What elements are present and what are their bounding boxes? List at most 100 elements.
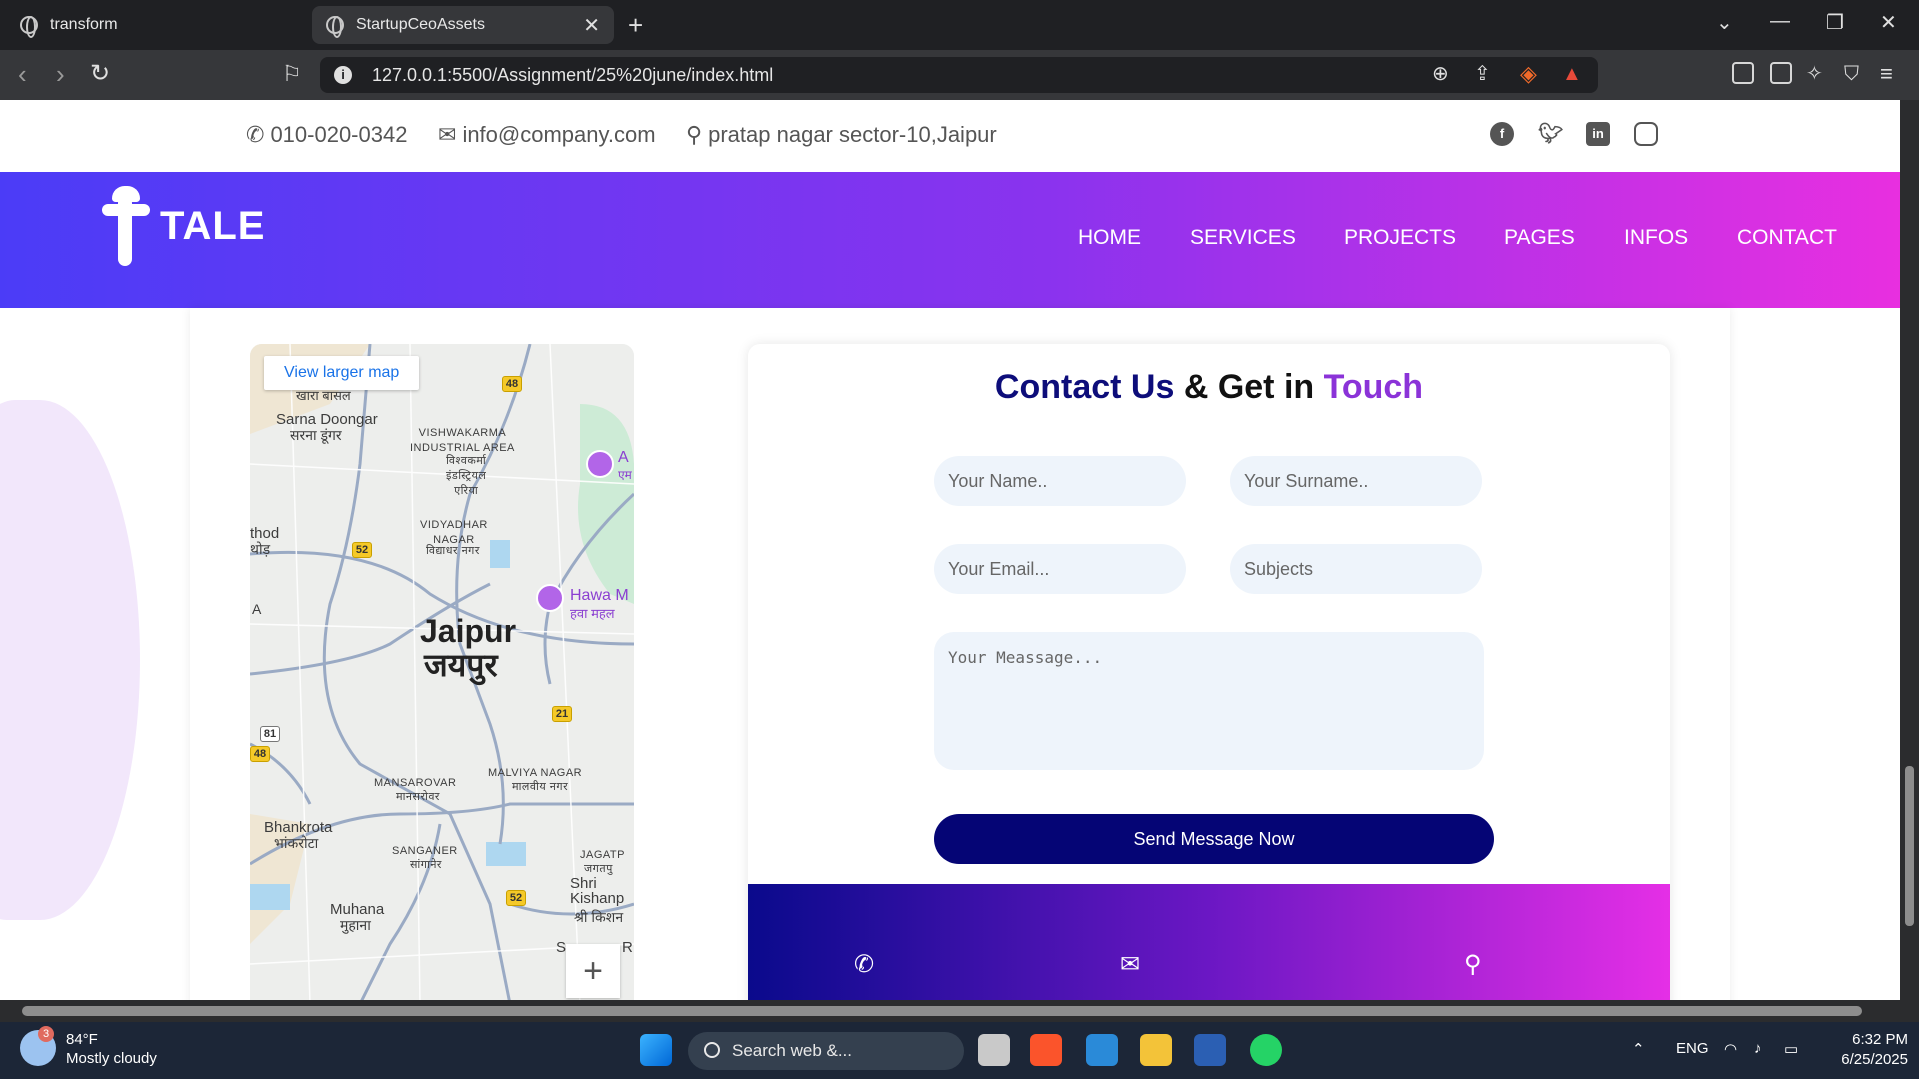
vpn-icon[interactable]: ⛉	[1844, 60, 1859, 88]
address-bar[interactable]: i 127.0.0.1:5500/Assignment/25%20june/in…	[320, 57, 1598, 93]
email-input[interactable]: Your Email...	[934, 544, 1186, 594]
contact-info-strip: ✆ ✉ ⚲	[748, 884, 1670, 1000]
task-view-icon[interactable]	[978, 1034, 1010, 1066]
globe-icon	[326, 16, 344, 38]
highway-shield: 48	[502, 376, 522, 392]
vertical-scroll-thumb[interactable]	[1905, 766, 1914, 926]
minimize-icon[interactable]: —	[1770, 10, 1790, 33]
surname-input[interactable]: Your Surname..	[1230, 456, 1482, 506]
wifi-icon[interactable]: ◠	[1724, 1040, 1737, 1058]
message-textarea[interactable]: Your Meassage...	[934, 632, 1484, 770]
vertical-scrollbar[interactable]	[1900, 100, 1919, 1022]
web-page: ✆ 010-020-0342 ✉ info@company.com ⚲ prat…	[0, 100, 1900, 1000]
map-label: विद्याधर नगर	[426, 545, 480, 557]
wallet-icon[interactable]	[1770, 62, 1792, 84]
facebook-icon[interactable]: f	[1490, 122, 1514, 146]
map-label: हवा महल	[570, 606, 615, 621]
browser-toolbar: ‹ › ↻ ⚐ i 127.0.0.1:5500/Assignment/25%2…	[0, 50, 1919, 100]
nav-projects[interactable]: PROJECTS	[1344, 226, 1456, 250]
map-label: भांकरोटा	[274, 835, 319, 851]
nav-infos[interactable]: INFOS	[1624, 226, 1688, 250]
word-icon[interactable]	[1194, 1034, 1226, 1066]
map-label: MALVIYA NAGAR	[488, 767, 583, 779]
globe-icon	[20, 16, 38, 38]
map-label: Sarna Doongar	[276, 411, 378, 428]
nav-pages[interactable]: PAGES	[1504, 226, 1575, 250]
windows-start-icon[interactable]	[640, 1034, 672, 1066]
reload-icon[interactable]: ↻	[90, 60, 110, 88]
contact-form-card: Contact Us & Get in Touch Your Name.. Yo…	[748, 344, 1670, 1000]
contact-title: Contact Us & Get in Touch	[748, 368, 1670, 407]
site-info-icon[interactable]: i	[334, 66, 352, 84]
name-input[interactable]: Your Name..	[934, 456, 1186, 506]
tab-list-chevron-icon[interactable]: ⌄	[1716, 10, 1733, 35]
brave-rewards-icon[interactable]: ▲	[1562, 60, 1582, 88]
brave-browser-icon[interactable]	[1030, 1034, 1062, 1066]
restore-icon[interactable]: ❐	[1826, 10, 1844, 35]
whatsapp-icon[interactable]	[1250, 1034, 1282, 1066]
volume-icon[interactable]: ♪	[1754, 1040, 1762, 1057]
browser-tab-bar: transform StartupCeoAssets ✕ + ⌄ — ❐ ✕	[0, 0, 1919, 50]
instagram-icon[interactable]	[1634, 122, 1658, 146]
title-contact-us: Contact Us	[994, 368, 1175, 406]
taskbar: 3 84°F Mostly cloudy Search web &... ⌃ E…	[0, 1022, 1919, 1079]
email-text: info@company.com	[462, 122, 656, 147]
horizontal-scroll-thumb[interactable]	[22, 1006, 1862, 1016]
map-zoom-in-button[interactable]: +	[566, 944, 620, 998]
weather-widget[interactable]: 3 84°F Mostly cloudy	[20, 1026, 157, 1068]
tab-title: StartupCeoAssets	[356, 16, 485, 33]
back-icon[interactable]: ‹	[18, 60, 27, 88]
map-label: श्री किशन	[574, 909, 624, 925]
tab-transform[interactable]: transform	[6, 6, 306, 44]
close-tab-icon[interactable]: ✕	[583, 13, 600, 38]
send-message-button[interactable]: Send Message Now	[934, 814, 1494, 864]
forward-icon[interactable]: ›	[56, 60, 65, 88]
sidebar-icon[interactable]	[1732, 62, 1754, 84]
view-larger-map-link[interactable]: View larger map	[264, 356, 420, 390]
logo-mark-icon	[102, 186, 150, 266]
map-label: मुहाना	[340, 917, 371, 933]
address-text: pratap nagar sector-10,Jaipur	[708, 122, 997, 147]
zoom-icon[interactable]: ⊕	[1432, 60, 1449, 88]
phone-text: 010-020-0342	[270, 122, 408, 147]
share-icon[interactable]: ⇪	[1474, 60, 1491, 88]
clock[interactable]: 6:32 PM 6/25/2025	[1822, 1030, 1908, 1070]
bookmark-icon[interactable]: ⚐	[282, 60, 302, 88]
battery-icon[interactable]: ▭	[1784, 1040, 1798, 1058]
subject-input[interactable]: Subjects	[1230, 544, 1482, 594]
new-tab-icon[interactable]: +	[628, 10, 643, 41]
horizontal-scrollbar[interactable]	[0, 1000, 1900, 1022]
map-label: thod	[250, 525, 280, 542]
google-map[interactable]: View larger map खारा बासल Sarna Doongar …	[250, 344, 634, 1000]
tab-startupceoassets[interactable]: StartupCeoAssets ✕	[312, 6, 614, 44]
map-label: S	[556, 939, 567, 956]
nav-services[interactable]: SERVICES	[1190, 226, 1296, 250]
chevron-up-icon[interactable]: ⌃	[1632, 1040, 1645, 1058]
taskbar-search[interactable]: Search web &...	[688, 1032, 964, 1070]
close-window-icon[interactable]: ✕	[1880, 10, 1897, 35]
logo[interactable]: TALE	[102, 186, 265, 266]
nav-home[interactable]: HOME	[1078, 226, 1141, 250]
tab-title: transform	[50, 16, 118, 33]
twitter-icon[interactable]: 🐦︎	[1538, 122, 1563, 146]
highway-shield: 21	[552, 706, 572, 722]
envelope-icon: ✉	[1120, 951, 1141, 978]
logo-text: TALE	[160, 203, 266, 248]
temperature: 84°F	[66, 1031, 98, 1048]
location-pin-icon: ⚲	[1464, 951, 1482, 978]
file-explorer-icon[interactable]	[1140, 1034, 1172, 1066]
linkedin-icon[interactable]: in	[1586, 122, 1610, 146]
highway-shield: 52	[506, 890, 526, 906]
map-label: SANGANER	[392, 845, 458, 857]
brave-shield-icon[interactable]: ◈	[1520, 60, 1537, 88]
nav-contact[interactable]: CONTACT	[1737, 226, 1837, 250]
leo-ai-icon[interactable]: ✧	[1806, 60, 1823, 88]
vscode-icon[interactable]	[1086, 1034, 1118, 1066]
weather-text: Mostly cloudy	[66, 1050, 157, 1067]
menu-icon[interactable]: ≡	[1880, 60, 1893, 88]
language-indicator[interactable]: ENG	[1676, 1040, 1709, 1057]
amer-poi-icon[interactable]	[586, 450, 614, 478]
hawa-mahal-poi-icon[interactable]	[536, 584, 564, 612]
map-label: एम	[618, 468, 632, 482]
phone-icon: ✆	[246, 122, 265, 147]
